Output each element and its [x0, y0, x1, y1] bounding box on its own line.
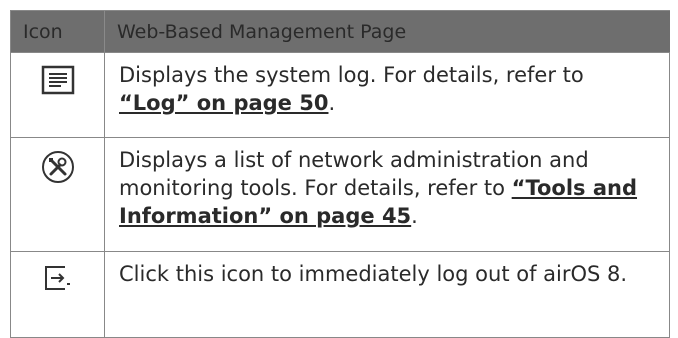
header-page: Web-Based Management Page: [104, 10, 670, 53]
description-cell: Displays a list of network administratio…: [104, 137, 670, 252]
description-text: Click this icon to immediately log out o…: [119, 262, 628, 286]
description-text: Displays the system log. For details, re…: [119, 63, 584, 87]
header-icon: Icon: [10, 10, 105, 53]
icon-table: Icon Web-Based Management Page Displays …: [10, 10, 670, 338]
table-row: Displays a list of network administratio…: [10, 137, 670, 252]
icon-cell: [10, 137, 105, 252]
table-row: Click this icon to immediately log out o…: [10, 251, 670, 338]
description-cell: Displays the system log. For details, re…: [104, 52, 670, 138]
logout-icon[interactable]: [43, 266, 73, 297]
description-cell: Click this icon to immediately log out o…: [104, 251, 670, 338]
icon-cell: [10, 52, 105, 138]
log-page-link[interactable]: “Log” on page 50: [119, 91, 328, 115]
tools-icon[interactable]: [41, 151, 75, 189]
punctuation: .: [328, 91, 336, 115]
table-row: Displays the system log. For details, re…: [10, 52, 670, 138]
log-icon[interactable]: [41, 65, 75, 100]
icon-cell: [10, 251, 105, 338]
punctuation: .: [411, 204, 418, 228]
table-header: Icon Web-Based Management Page: [10, 10, 670, 53]
